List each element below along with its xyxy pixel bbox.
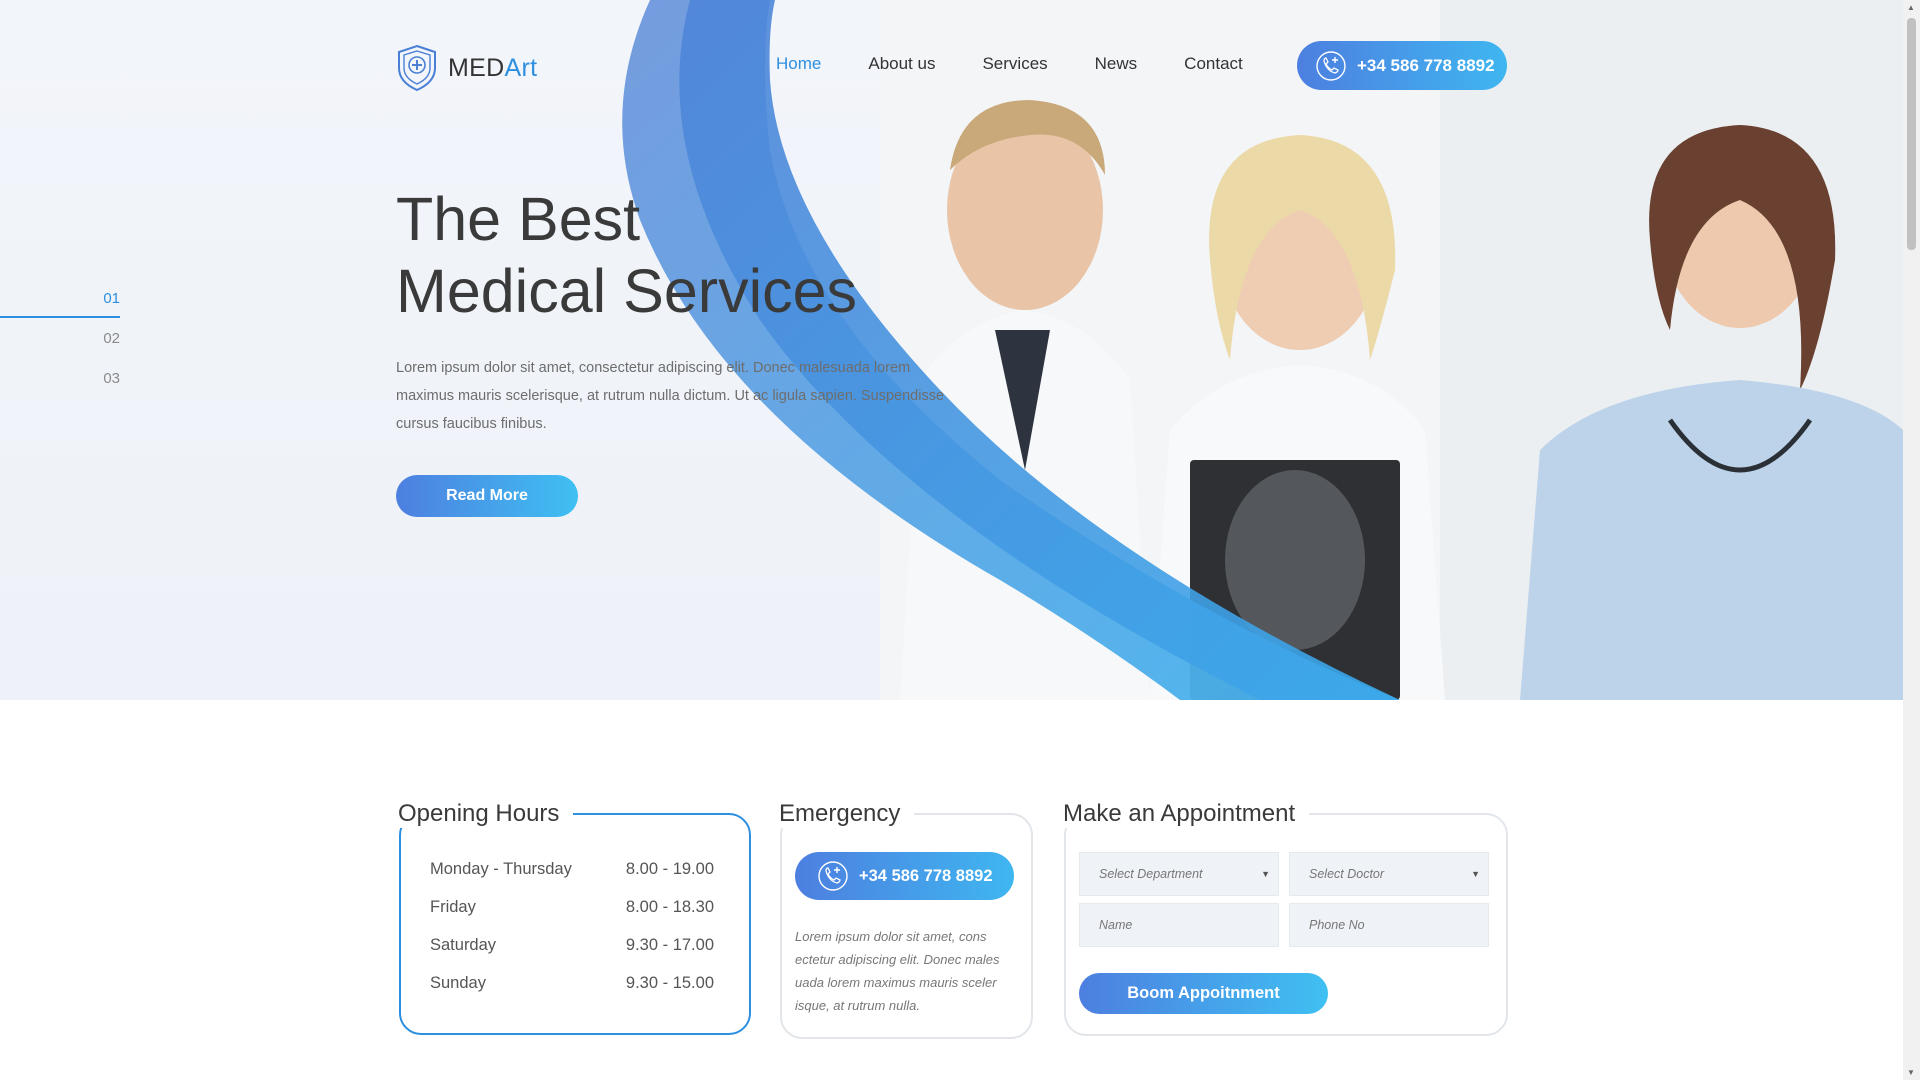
appointment-title: Make an Appointment — [1063, 800, 1310, 828]
emergency-phone-button[interactable]: +34 586 778 8892 — [795, 852, 1014, 900]
scroll-up-arrow-icon[interactable]: ▲ — [1907, 3, 1915, 12]
hours-time: 9.30 - 17.00 — [625, 936, 714, 954]
hours-row: Sunday 9.30 - 15.00 — [430, 974, 714, 993]
slider-indicator-3[interactable]: 03 — [0, 370, 120, 410]
scroll-down-arrow-icon[interactable]: ▼ — [1907, 1068, 1915, 1077]
nav-item-services[interactable]: Services — [982, 54, 1047, 74]
decorative-swoosh — [622, 0, 1400, 700]
phone-cross-icon — [818, 861, 848, 891]
hours-time: 9.30 - 15.00 — [625, 974, 714, 992]
brand-logo[interactable]: MEDArt — [396, 44, 537, 92]
header-phone-number: +34 586 778 8892 — [1357, 55, 1495, 75]
chevron-down-icon: ▼ — [1261, 869, 1270, 879]
nav-item-contact[interactable]: Contact — [1184, 54, 1243, 74]
department-select[interactable]: Select Department ▼ — [1079, 852, 1279, 896]
opening-hours-card — [399, 813, 751, 1035]
brand-name-part2: Art — [504, 53, 538, 82]
opening-hours-title: Opening Hours — [398, 800, 574, 828]
hero-title: The Best Medical Services — [396, 183, 996, 327]
nav-item-about[interactable]: About us — [868, 54, 935, 74]
slider-indicator-2[interactable]: 02 — [0, 330, 120, 370]
name-input-placeholder: Name — [1099, 918, 1133, 932]
nav-item-home[interactable]: Home — [776, 54, 821, 74]
hours-day: Sunday — [430, 974, 486, 992]
page: MEDArt Home About us Services News Conta… — [0, 0, 1920, 1080]
hours-row: Friday 8.00 - 18.30 — [430, 898, 714, 917]
emergency-title: Emergency — [779, 800, 915, 828]
hero-section: MEDArt Home About us Services News Conta… — [0, 0, 1903, 700]
hours-row: Monday - Thursday 8.00 - 19.00 — [430, 860, 714, 879]
page-scrollbar[interactable]: ▲ ▼ — [1903, 0, 1920, 1080]
hours-row: Saturday 9.30 - 17.00 — [430, 936, 714, 955]
read-more-button[interactable]: Read More — [396, 475, 578, 517]
slider-indicators: 01 02 03 — [0, 290, 120, 410]
hours-day: Saturday — [430, 936, 497, 954]
hero-title-line1: The Best — [396, 185, 641, 253]
brand-name: MEDArt — [448, 54, 537, 83]
name-input[interactable]: Name — [1079, 903, 1279, 947]
slider-indicator-1[interactable]: 01 — [0, 290, 120, 318]
hours-day: Monday - Thursday — [430, 860, 572, 878]
header-phone-button[interactable]: +34 586 778 8892 — [1297, 41, 1507, 90]
nav-item-news[interactable]: News — [1095, 54, 1138, 74]
hero-title-line2: Medical Services — [396, 257, 858, 325]
department-select-placeholder: Select Department — [1099, 867, 1203, 881]
doctor-select[interactable]: Select Doctor ▼ — [1289, 852, 1489, 896]
emergency-phone-number: +34 586 778 8892 — [859, 866, 993, 885]
phone-input-placeholder: Phone No — [1309, 918, 1365, 932]
phone-cross-icon — [1316, 50, 1346, 81]
brand-name-part1: MED — [448, 53, 505, 82]
hours-day: Friday — [430, 898, 476, 916]
scrollbar-thumb[interactable] — [1907, 18, 1916, 250]
hero-description: Lorem ipsum dolor sit amet, consectetur … — [396, 360, 945, 432]
hours-time: 8.00 - 18.30 — [625, 898, 714, 916]
phone-input[interactable]: Phone No — [1289, 903, 1489, 947]
book-appointment-button[interactable]: Boom Appoitnment — [1079, 973, 1328, 1014]
main-nav: Home About us Services News Contact — [776, 54, 1290, 74]
emergency-description: Lorem ipsum dolor sit amet, cons ectetur… — [795, 929, 1000, 1013]
doctor-select-placeholder: Select Doctor — [1309, 867, 1385, 881]
hours-time: 8.00 - 19.00 — [625, 860, 714, 878]
chevron-down-icon: ▼ — [1471, 869, 1480, 879]
shield-cross-icon — [398, 44, 436, 92]
